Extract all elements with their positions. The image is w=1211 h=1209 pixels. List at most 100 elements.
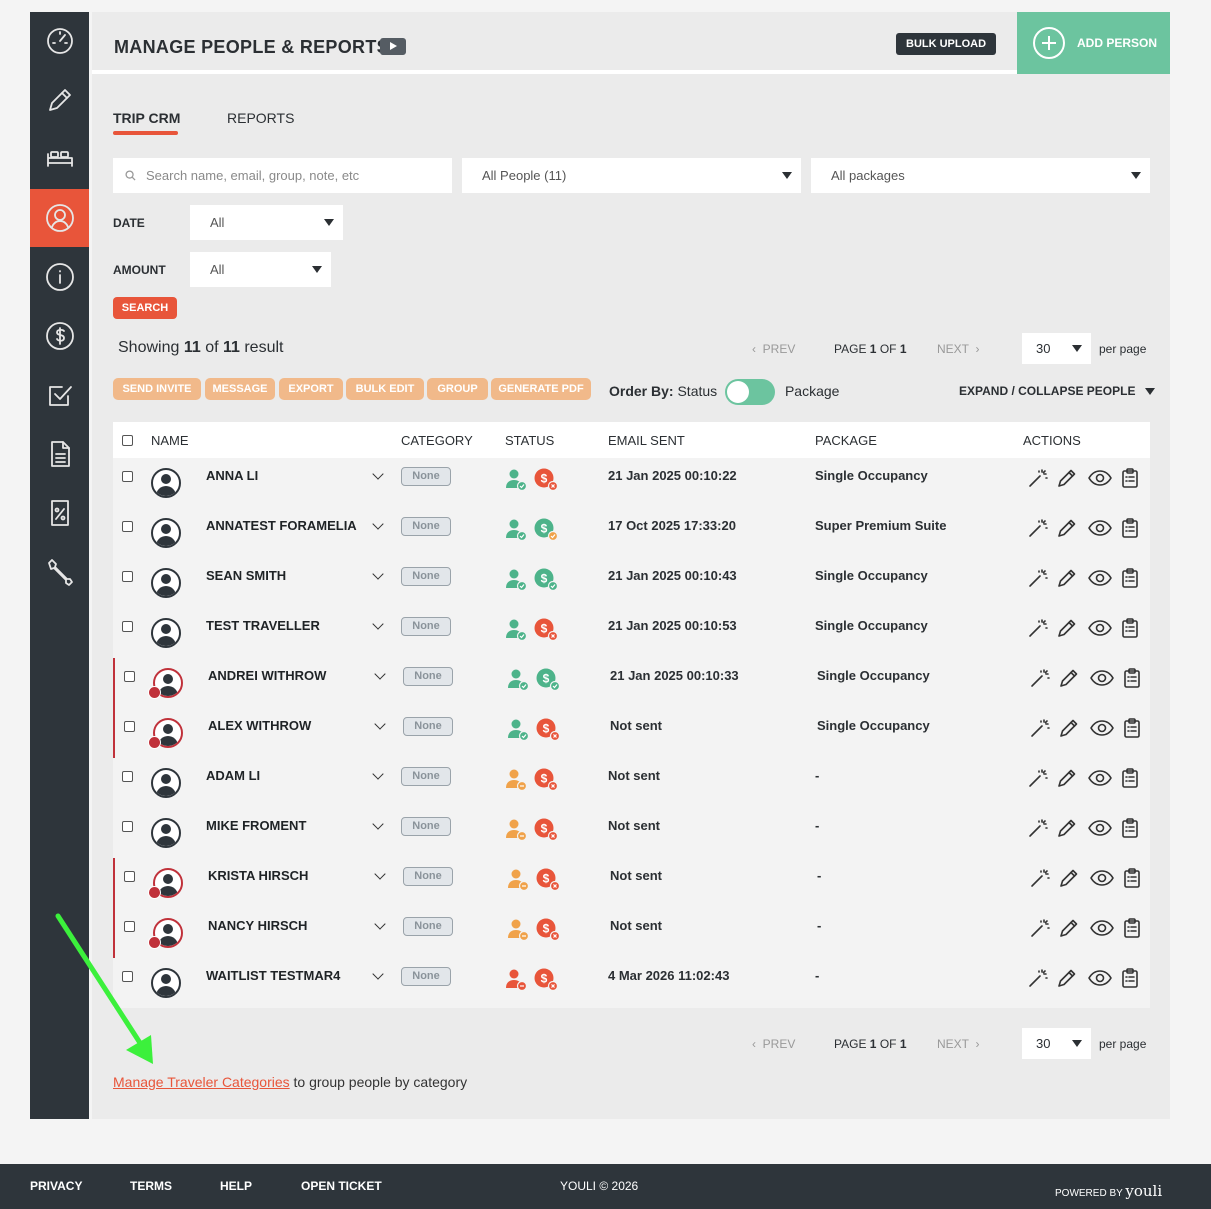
order-by-toggle[interactable] [725, 379, 775, 405]
footer-help-link[interactable]: HELP [220, 1179, 252, 1193]
magic-wand-icon[interactable] [1027, 567, 1049, 589]
row-checkbox[interactable] [122, 571, 133, 582]
table-row[interactable]: ANNATEST FORAMELIA None $17 Oct 2025 17:33… [113, 508, 1150, 558]
table-row[interactable]: TEST TRAVELLER None $21 Jan 2025 00:10:53 S… [113, 608, 1150, 658]
table-row[interactable]: WAITLIST TESTMAR4 None $4 Mar 2026 11:02:4… [113, 958, 1150, 1008]
table-row[interactable]: MIKE FROMENT None $ Not sent - [113, 808, 1150, 858]
view-eye-icon[interactable] [1087, 767, 1113, 789]
clipboard-icon[interactable] [1119, 967, 1141, 989]
magic-wand-icon[interactable] [1027, 767, 1049, 789]
sidebar-item-accommodation[interactable] [30, 130, 89, 188]
chevron-down-icon[interactable] [372, 568, 384, 580]
clipboard-icon[interactable] [1119, 517, 1141, 539]
edit-pencil-icon[interactable] [1056, 817, 1078, 839]
magic-wand-icon[interactable] [1027, 967, 1049, 989]
table-row[interactable]: ALEX WITHROW None $ Not sent Single Occupanc… [113, 708, 1150, 758]
row-checkbox[interactable] [122, 471, 133, 482]
footer-terms-link[interactable]: TERMS [130, 1179, 172, 1193]
clipboard-icon[interactable] [1121, 667, 1143, 689]
magic-wand-icon[interactable] [1027, 617, 1049, 639]
category-badge[interactable]: None [403, 867, 453, 886]
select-all-checkbox[interactable] [122, 435, 133, 446]
magic-wand-icon[interactable] [1029, 717, 1051, 739]
per-page-select[interactable]: 30 [1022, 333, 1091, 364]
footer-privacy-link[interactable]: PRIVACY [30, 1179, 82, 1193]
chevron-down-icon[interactable] [374, 718, 386, 730]
clipboard-icon[interactable] [1121, 917, 1143, 939]
chevron-down-icon[interactable] [374, 868, 386, 880]
view-eye-icon[interactable] [1087, 967, 1113, 989]
amount-filter-select[interactable]: All [190, 252, 331, 287]
sidebar-item-documents[interactable] [30, 425, 89, 483]
edit-pencil-icon[interactable] [1056, 567, 1078, 589]
date-filter-select[interactable]: All [190, 205, 343, 240]
row-checkbox[interactable] [124, 671, 135, 682]
magic-wand-icon[interactable] [1029, 917, 1051, 939]
category-badge[interactable]: None [401, 567, 451, 586]
magic-wand-icon[interactable] [1027, 817, 1049, 839]
magic-wand-icon[interactable] [1029, 867, 1051, 889]
clipboard-icon[interactable] [1121, 717, 1143, 739]
clipboard-icon[interactable] [1119, 767, 1141, 789]
row-checkbox[interactable] [122, 821, 133, 832]
clipboard-icon[interactable] [1119, 617, 1141, 639]
chevron-down-icon[interactable] [374, 668, 386, 680]
chevron-down-icon[interactable] [372, 968, 384, 980]
add-person-button[interactable]: ADD PERSON [1017, 12, 1170, 74]
next-page-button[interactable]: NEXT › [937, 342, 979, 356]
chevron-down-icon[interactable] [374, 918, 386, 930]
tab-trip-crm[interactable]: TRIP CRM [113, 110, 180, 126]
per-page-select-bottom[interactable]: 30 [1022, 1028, 1091, 1059]
category-badge[interactable]: None [401, 767, 451, 786]
prev-page-button-bottom[interactable]: ‹ PREV [752, 1037, 795, 1051]
group-button[interactable]: GROUP [427, 378, 488, 400]
table-row[interactable]: KRISTA HIRSCH None $ Not sent - [113, 858, 1150, 908]
table-row[interactable]: NANCY HIRSCH None $ Not sent - [113, 908, 1150, 958]
chevron-down-icon[interactable] [372, 468, 384, 480]
row-checkbox[interactable] [124, 721, 135, 732]
category-badge[interactable]: None [403, 667, 453, 686]
row-checkbox[interactable] [122, 521, 133, 532]
view-eye-icon[interactable] [1089, 867, 1115, 889]
edit-pencil-icon[interactable] [1058, 717, 1080, 739]
edit-pencil-icon[interactable] [1056, 617, 1078, 639]
view-eye-icon[interactable] [1087, 517, 1113, 539]
sidebar-item-dashboard[interactable] [30, 12, 89, 70]
edit-pencil-icon[interactable] [1058, 917, 1080, 939]
magic-wand-icon[interactable] [1029, 667, 1051, 689]
category-badge[interactable]: None [401, 467, 451, 486]
view-eye-icon[interactable] [1089, 667, 1115, 689]
chevron-down-icon[interactable] [372, 818, 384, 830]
clipboard-icon[interactable] [1121, 867, 1143, 889]
view-eye-icon[interactable] [1087, 567, 1113, 589]
search-button[interactable]: SEARCH [113, 297, 177, 319]
magic-wand-icon[interactable] [1027, 467, 1049, 489]
sidebar-item-info[interactable] [30, 248, 89, 306]
sidebar-item-people[interactable] [30, 189, 89, 247]
video-play-icon[interactable] [380, 38, 406, 55]
table-row[interactable]: ANDREI WITHROW None $21 Jan 2025 00:10:33 S… [113, 658, 1150, 708]
person-name[interactable]: NANCY HIRSCH [208, 918, 307, 933]
next-page-button-bottom[interactable]: NEXT › [937, 1037, 979, 1051]
row-checkbox[interactable] [122, 621, 133, 632]
view-eye-icon[interactable] [1087, 467, 1113, 489]
sidebar-item-edit[interactable] [30, 71, 89, 129]
edit-pencil-icon[interactable] [1056, 517, 1078, 539]
clipboard-icon[interactable] [1119, 567, 1141, 589]
view-eye-icon[interactable] [1089, 717, 1115, 739]
clipboard-icon[interactable] [1119, 467, 1141, 489]
clipboard-icon[interactable] [1119, 817, 1141, 839]
category-badge[interactable]: None [403, 917, 453, 936]
chevron-down-icon[interactable] [372, 618, 384, 630]
manage-categories-link[interactable]: Manage Traveler Categories [113, 1074, 290, 1090]
person-name[interactable]: ANNATEST FORAMELIA [206, 518, 357, 533]
view-eye-icon[interactable] [1087, 817, 1113, 839]
row-checkbox[interactable] [122, 771, 133, 782]
table-row[interactable]: ANNA LI None $21 Jan 2025 00:10:22 Single O… [113, 458, 1150, 508]
prev-page-button[interactable]: ‹ PREV [752, 342, 795, 356]
footer-open-ticket-link[interactable]: OPEN TICKET [301, 1179, 382, 1193]
sidebar-item-tasks[interactable] [30, 366, 89, 424]
category-badge[interactable]: None [403, 717, 453, 736]
category-badge[interactable]: None [401, 517, 451, 536]
person-name[interactable]: ALEX WITHROW [208, 718, 311, 733]
